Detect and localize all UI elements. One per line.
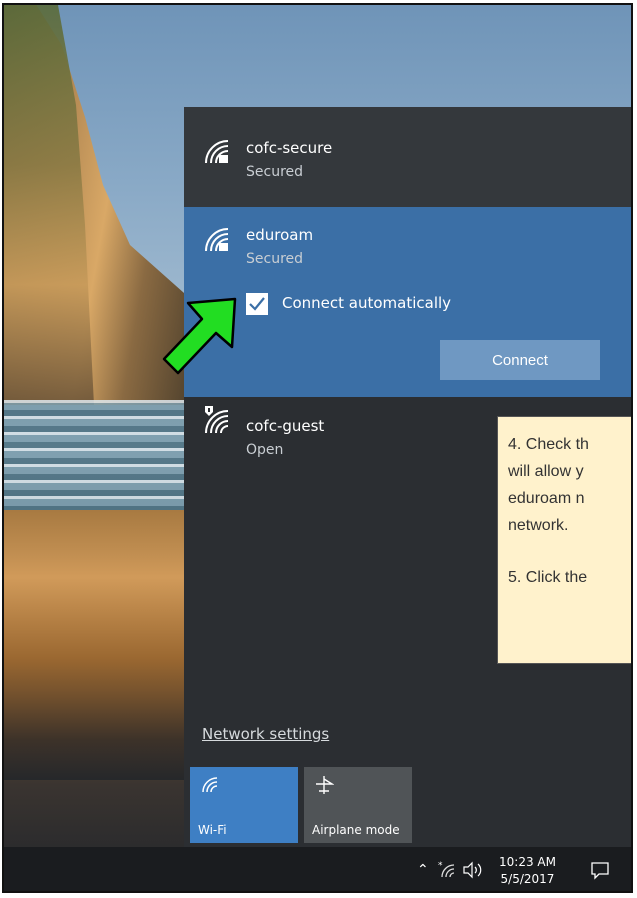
network-status: Open [246,442,284,458]
taskbar-clock[interactable]: 10:23 AM 5/5/2017 [499,854,556,888]
background-reflection [4,510,184,780]
screenshot-frame: cofc-secure Secured eduroam Secured Conn… [2,3,633,893]
connect-automatically-label[interactable]: Connect automatically [282,294,451,312]
callout-line: 4. Check th [508,436,589,453]
background-sea [4,400,184,510]
airplane-icon [316,776,334,794]
network-name: cofc-guest [246,417,325,435]
network-item-eduroam[interactable]: eduroam Secured Connect automatically Co… [184,207,631,397]
show-hidden-icons-chevron-up-icon[interactable]: ⌃ [417,862,429,878]
callout-line: will allow y [508,463,584,480]
taskbar: ⌃ * 10:23 AM 5/5/2017 [4,847,631,891]
connect-button[interactable]: Connect [440,340,600,380]
clock-date: 5/5/2017 [500,872,555,886]
airplane-mode-label: Airplane mode [312,823,400,837]
network-status: Secured [246,251,304,267]
wifi-quick-action[interactable]: Wi-Fi [190,767,298,843]
wifi-quick-action-label: Wi-Fi [198,823,227,837]
green-arrow-icon [162,297,237,375]
instruction-callout: 4. Check th will allow y eduroam n netwo… [497,416,631,664]
connect-automatically-checkbox[interactable] [246,293,268,315]
wifi-secured-icon [205,228,229,252]
background-cliff-shadow [4,5,94,405]
callout-line: network. [508,517,569,534]
callout-line: 5. Click the [508,569,588,586]
callout-line: eduroam n [508,490,585,507]
checkmark-icon [249,297,265,311]
wifi-secured-icon [205,140,229,164]
airplane-mode-quick-action[interactable]: Airplane mode [304,767,412,843]
network-settings-link[interactable]: Network settings [202,725,329,743]
volume-icon[interactable] [462,861,484,879]
wifi-open-warning-icon [205,406,229,434]
network-item-cofc-secure[interactable]: cofc-secure Secured [184,107,631,207]
svg-text:*: * [438,861,443,871]
network-name: eduroam [246,226,314,244]
clock-time: 10:23 AM [499,855,556,869]
tray-wifi-icon[interactable]: * [438,861,458,879]
network-status: Secured [246,164,304,180]
callout-spacer [508,539,631,564]
wifi-icon [202,777,218,793]
network-name: cofc-secure [246,139,333,157]
action-center-icon[interactable] [590,860,610,880]
